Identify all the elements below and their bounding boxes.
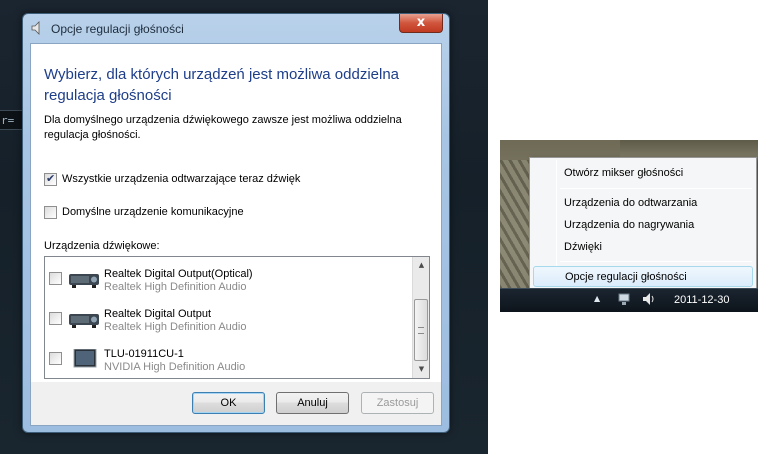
cancel-button[interactable]: Anuluj xyxy=(276,392,349,414)
device-name: Realtek Digital Output xyxy=(104,308,211,320)
device-driver: Realtek High Definition Audio xyxy=(104,281,247,293)
dialog-heading: Wybierz, dla których urządzeń jest możli… xyxy=(44,66,400,104)
device-driver: NVIDIA High Definition Audio xyxy=(104,361,246,373)
menu-item-playback-devices[interactable]: Urządzenia do odtwarzania xyxy=(533,193,753,214)
monitor-device-icon xyxy=(73,349,97,368)
device-checkbox[interactable] xyxy=(49,312,62,325)
scroll-up-icon[interactable]: ▲ xyxy=(413,257,429,274)
sound-devices-label: Urządzenia dźwiękowe: xyxy=(44,240,160,252)
close-icon: x xyxy=(416,15,426,30)
volume-icon[interactable] xyxy=(642,292,656,306)
device-checkbox[interactable] xyxy=(49,352,62,365)
all-playback-devices-checkbox[interactable] xyxy=(44,172,57,186)
dialog-content: Wybierz, dla których urządzeń jest możli… xyxy=(31,44,441,382)
volume-context-menu: Otwórz mikser głośności Urządzenia do od… xyxy=(529,157,757,289)
menu-item-volume-options[interactable]: Opcje regulacji głośności xyxy=(533,266,753,287)
taskbar-date[interactable]: 2011-12-30 xyxy=(674,294,729,306)
show-hidden-icons-arrow-icon[interactable]: ▲ xyxy=(594,294,600,303)
speaker-device-icon xyxy=(69,274,99,288)
network-icon[interactable] xyxy=(618,292,630,306)
default-communication-device-label: Domyślne urządzenie komunikacyjne xyxy=(62,206,244,218)
device-name: Realtek Digital Output(Optical) xyxy=(104,268,253,280)
tray-context-menu-screenshot: Otwórz mikser głośności Urządzenia do od… xyxy=(500,140,758,312)
sound-devices-list[interactable]: Realtek Digital Output(Optical) Realtek … xyxy=(44,256,430,379)
device-checkbox[interactable] xyxy=(49,272,62,285)
device-driver: Realtek High Definition Audio xyxy=(104,321,247,333)
list-item[interactable]: TLU-01911CU-1 NVIDIA High Definition Aud… xyxy=(45,334,413,374)
close-button[interactable]: x xyxy=(399,14,443,33)
dialog-client-area: Wybierz, dla których urządzeń jest możli… xyxy=(30,43,442,426)
menu-item-sounds[interactable]: Dźwięki xyxy=(533,237,753,258)
menu-item-open-mixer[interactable]: Otwórz mikser głośności xyxy=(533,163,753,184)
background-window-text: r= xyxy=(1,114,15,127)
scrollbar-thumb[interactable] xyxy=(414,299,428,361)
dialog-description: Dla domyślnego urządzenia dźwiękowego za… xyxy=(44,114,402,141)
list-item[interactable]: Realtek Digital Output(Optical) Realtek … xyxy=(45,257,413,294)
ok-button[interactable]: OK xyxy=(192,392,265,414)
dialog-titlebar[interactable]: Opcje regulacji głośności x xyxy=(23,14,449,42)
volume-options-dialog: Opcje regulacji głośności x Wybierz, dla… xyxy=(22,13,450,433)
default-communication-device-checkbox[interactable] xyxy=(44,205,57,219)
menu-separator xyxy=(560,188,752,189)
device-name: TLU-01911CU-1 xyxy=(104,348,184,360)
speaker-device-icon xyxy=(69,314,99,328)
menu-item-recording-devices[interactable]: Urządzenia do nagrywania xyxy=(533,215,753,236)
default-communication-device-option[interactable]: Domyślne urządzenie komunikacyjne xyxy=(44,204,244,220)
background-window-edge: r= xyxy=(0,110,22,130)
speaker-icon xyxy=(31,21,40,35)
taskbar: ▲ 2011-12-30 xyxy=(500,288,758,312)
dialog-title: Opcje regulacji głośności xyxy=(51,22,184,36)
all-playback-devices-option[interactable]: Wszystkie urządzenia odtwarzające teraz … xyxy=(44,171,300,187)
vertical-scrollbar[interactable]: ▲ ▼ xyxy=(412,257,429,378)
list-item[interactable]: Realtek Digital Output Realtek High Defi… xyxy=(45,294,413,334)
all-playback-devices-label: Wszystkie urządzenia odtwarzające teraz … xyxy=(62,173,301,185)
apply-button[interactable]: Zastosuj xyxy=(361,392,434,414)
scroll-down-icon[interactable]: ▼ xyxy=(413,361,429,378)
menu-separator xyxy=(560,261,752,262)
